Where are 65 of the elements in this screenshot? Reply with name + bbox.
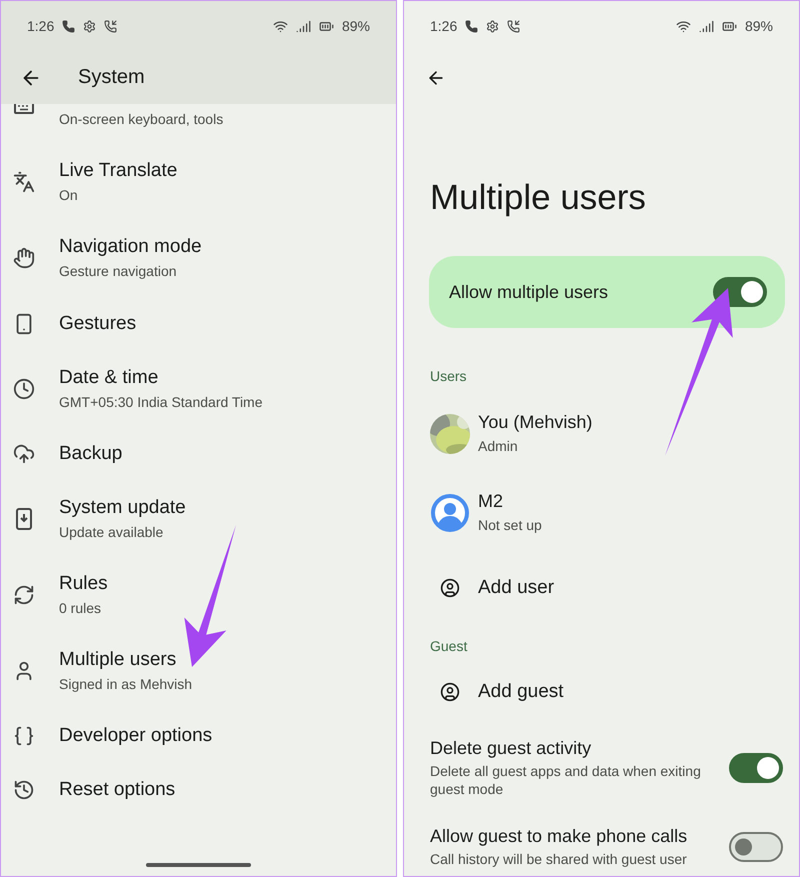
setting-title: Allow guest to make phone calls xyxy=(430,826,688,848)
screen-title: System xyxy=(78,66,145,89)
signal-icon xyxy=(296,18,311,34)
add-user-label: Add user xyxy=(478,577,554,599)
setting-subtitle: Signed in as Mehvish xyxy=(59,675,192,694)
wifi-icon xyxy=(272,18,288,34)
braces-icon xyxy=(12,725,34,748)
phone-icon xyxy=(465,20,478,32)
setting-title[interactable]: Developer options xyxy=(59,725,212,748)
setting-title[interactable]: Multiple users xyxy=(59,649,176,672)
translate-icon xyxy=(12,171,34,194)
person-circle-icon xyxy=(440,682,460,702)
setting-title[interactable]: System update xyxy=(59,496,186,519)
add-guest-label: Add guest xyxy=(478,681,564,703)
setting-subtitle: 0 rules xyxy=(59,598,102,618)
setting-description: Call history will be shared with guest user xyxy=(430,850,687,869)
setting-title[interactable]: Navigation mode xyxy=(59,236,202,258)
user-row[interactable]: M2 Not set up xyxy=(404,473,799,552)
status-time: 1:26 xyxy=(27,18,54,34)
keyboard-icon xyxy=(14,104,34,114)
user-avatar-icon xyxy=(430,492,470,532)
toggle-switch[interactable] xyxy=(729,832,783,862)
section-heading: Users xyxy=(430,368,467,384)
setting-subtitle: Gesture navigation xyxy=(59,262,177,281)
setting-subtitle: Update available xyxy=(59,522,164,541)
setting-title[interactable]: Gestures xyxy=(59,312,136,335)
battery-percentage: 89% xyxy=(744,18,773,34)
add-guest-row[interactable]: Add guest xyxy=(404,664,799,720)
add-user-row[interactable]: Add user xyxy=(404,552,799,624)
user-name: You (Mehvish) xyxy=(478,412,592,433)
setting-title[interactable]: Rules xyxy=(59,572,108,595)
settings-icon xyxy=(83,20,96,32)
phone-download-icon xyxy=(14,506,34,531)
phone-icon xyxy=(62,20,76,32)
status-time: 1:26 xyxy=(430,18,458,34)
toggle-card[interactable]: Allow multiple users xyxy=(429,256,785,328)
toggle-switch[interactable] xyxy=(729,753,783,784)
setting-subtitle: GMT+05:30 India Standard Time xyxy=(59,392,262,411)
setting-description: Delete all guest apps and data when exiting guest mode xyxy=(430,762,702,798)
settings-icon xyxy=(486,20,500,32)
battery-percentage: 89% xyxy=(342,18,370,34)
setting-subtitle: On xyxy=(59,186,78,204)
wifi-icon xyxy=(676,18,691,34)
phone-incoming-icon xyxy=(507,20,520,32)
signal-icon xyxy=(698,18,714,34)
toggle-label: Allow multiple users xyxy=(449,282,608,302)
hand-icon xyxy=(12,247,34,270)
setting-subtitle: On-screen keyboard, tools xyxy=(59,110,224,128)
clock-icon xyxy=(12,378,34,400)
user-row[interactable]: You (Mehvish) Admin xyxy=(404,394,799,473)
phone-incoming-icon xyxy=(104,20,118,32)
history-icon xyxy=(12,779,34,802)
refresh-icon xyxy=(12,584,34,606)
user-name: M2 xyxy=(478,490,504,512)
setting-title[interactable]: Live Translate xyxy=(59,160,178,182)
setting-title: Delete guest activity xyxy=(430,738,592,759)
section-heading: Guest xyxy=(430,638,468,654)
user-status: Admin xyxy=(478,436,518,456)
setting-title[interactable]: Date & time xyxy=(59,366,158,389)
setting-title[interactable]: Backup xyxy=(59,442,122,465)
page-title: Multiple users xyxy=(430,178,647,218)
setting-title[interactable]: Reset options xyxy=(59,779,176,802)
cloud-upload-icon xyxy=(12,442,34,465)
user-status: Not set up xyxy=(478,516,542,534)
person-circle-icon xyxy=(440,578,460,598)
